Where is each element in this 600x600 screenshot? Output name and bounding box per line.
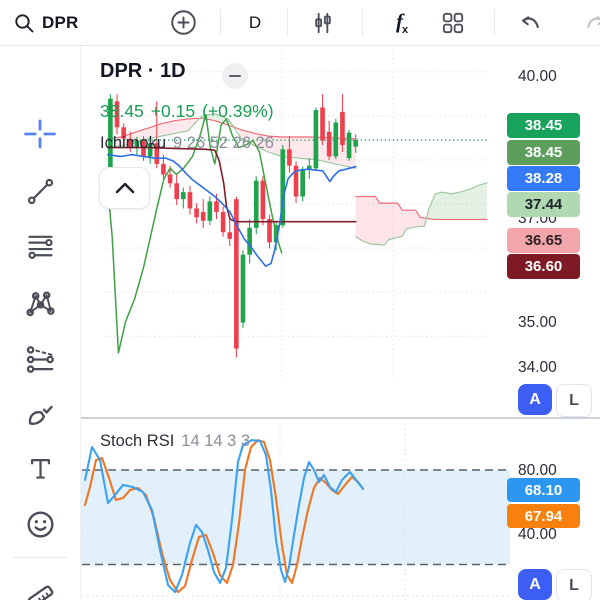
- y-axis-tick: 34.00: [518, 359, 557, 376]
- text-icon: [30, 458, 50, 479]
- search-icon: [15, 13, 34, 32]
- toolbar-divider: [494, 9, 495, 36]
- tool-crosshair[interactable]: [20, 115, 60, 153]
- symbol-search-button[interactable]: DPR: [12, 0, 79, 45]
- trend-line-icon: [27, 178, 53, 204]
- y-axis-tick: 40.00: [518, 68, 557, 85]
- tool-ruler[interactable]: [20, 577, 60, 600]
- panel-divider[interactable]: [80, 417, 600, 419]
- stoch-d-label: 67.94: [507, 504, 580, 528]
- indicators-fx-icon: fx: [395, 9, 409, 36]
- tool-brush[interactable]: [20, 395, 60, 433]
- interval-label: D: [248, 12, 262, 32]
- undo-icon: [521, 16, 539, 29]
- interval-button[interactable]: D: [240, 0, 270, 45]
- tool-forecast[interactable]: [20, 340, 60, 378]
- symbol-label: DPR: [42, 12, 79, 32]
- fib-retracement-icon: [27, 235, 53, 259]
- y-axis-tick: 35.00: [518, 314, 557, 331]
- add-button[interactable]: [167, 0, 199, 45]
- stoch-name: Stoch RSI: [100, 432, 175, 450]
- y-axis-tick: 40.00: [518, 526, 557, 543]
- price-row: 38.45 +0.15 (+0.39%): [100, 101, 281, 122]
- collapse-legend-button[interactable]: [222, 63, 248, 89]
- brush-icon: [28, 405, 53, 425]
- undo-button[interactable]: [513, 0, 547, 45]
- toolbar-divider: [362, 9, 363, 36]
- stoch-params: 14 14 3 3: [181, 432, 251, 450]
- redo-button[interactable]: [578, 0, 600, 45]
- price-label-ichimoku: 38.45: [507, 140, 580, 165]
- stoch-k-label: 68.10: [507, 478, 580, 502]
- chart-style-button[interactable]: [306, 0, 340, 45]
- emoji-icon: [27, 511, 53, 537]
- layout-grid-icon: [442, 12, 464, 33]
- top-toolbar: DPR D fx: [0, 0, 600, 46]
- indicator-params: 9 26 52 26 26: [173, 134, 274, 152]
- layout-button[interactable]: [434, 0, 472, 45]
- log-scale-button[interactable]: L: [556, 384, 592, 417]
- price-change: +0.15: [150, 101, 196, 121]
- indicator-legend[interactable]: Ichimoku 9 26 52 26 26: [100, 134, 274, 153]
- chevron-up-icon: [115, 182, 134, 194]
- toolbar-divider: [220, 9, 221, 36]
- add-circle-icon: [170, 10, 196, 35]
- toolbar-divider: [287, 9, 288, 36]
- auto-scale-button[interactable]: A: [518, 384, 552, 415]
- indicator-name: Ichimoku: [100, 134, 167, 152]
- toolbar-divider: [12, 557, 68, 558]
- forecast-lines-icon: [26, 345, 54, 373]
- price-change-pct: (+0.39%): [202, 101, 274, 121]
- crosshair-icon: [24, 119, 56, 149]
- ruler-icon: [27, 585, 53, 600]
- log-scale-button[interactable]: L: [556, 569, 592, 600]
- trading-chart-app: DPR D fx DPR · 1D 38.45 +0.15 (+0.39%) I…: [0, 0, 600, 600]
- tool-emoji[interactable]: [20, 505, 60, 543]
- chart-legend-title[interactable]: DPR · 1D: [100, 60, 186, 83]
- stoch-legend[interactable]: Stoch RSI 14 14 3 3: [100, 432, 250, 451]
- drawing-toolbar: [0, 45, 81, 600]
- xabcd-pattern-icon: [25, 290, 55, 316]
- tool-text[interactable]: [20, 449, 60, 487]
- price-label-tenkan: 38.28: [507, 166, 580, 191]
- tool-fib-retracement[interactable]: [20, 227, 60, 265]
- redo-icon: [586, 16, 600, 29]
- expand-legend-button[interactable]: [99, 167, 150, 209]
- main-scale-buttons: A L: [518, 384, 592, 417]
- tool-xabcd-pattern[interactable]: [20, 284, 60, 322]
- price-label-kijun: 36.60: [507, 254, 580, 279]
- tool-trend-line[interactable]: [20, 172, 60, 210]
- last-price: 38.45: [100, 101, 144, 121]
- price-label-close: 38.45: [507, 113, 580, 138]
- candlestick-style-icon: [315, 12, 331, 33]
- stoch-scale-buttons: A L: [518, 569, 592, 600]
- minus-icon: [229, 74, 241, 78]
- indicators-button[interactable]: fx: [385, 0, 419, 45]
- price-label-senkou-a: 36.65: [507, 228, 580, 253]
- auto-scale-button[interactable]: A: [518, 569, 552, 600]
- price-label-senkou-b: 37.44: [507, 192, 580, 217]
